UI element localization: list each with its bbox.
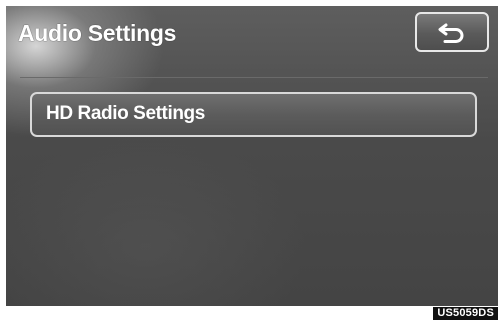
hd-radio-settings-label: HD Radio Settings [46, 103, 205, 124]
header-divider [20, 77, 488, 78]
back-arrow-icon [437, 21, 467, 43]
audio-settings-screen: Audio Settings HD Radio Settings [6, 6, 498, 306]
figure-code: US5059DS [433, 307, 498, 320]
page: Audio Settings HD Radio Settings US5059D… [0, 0, 501, 320]
back-button[interactable] [415, 12, 489, 52]
screen-title: Audio Settings [18, 20, 177, 46]
hd-radio-settings-button[interactable]: HD Radio Settings [30, 92, 477, 137]
